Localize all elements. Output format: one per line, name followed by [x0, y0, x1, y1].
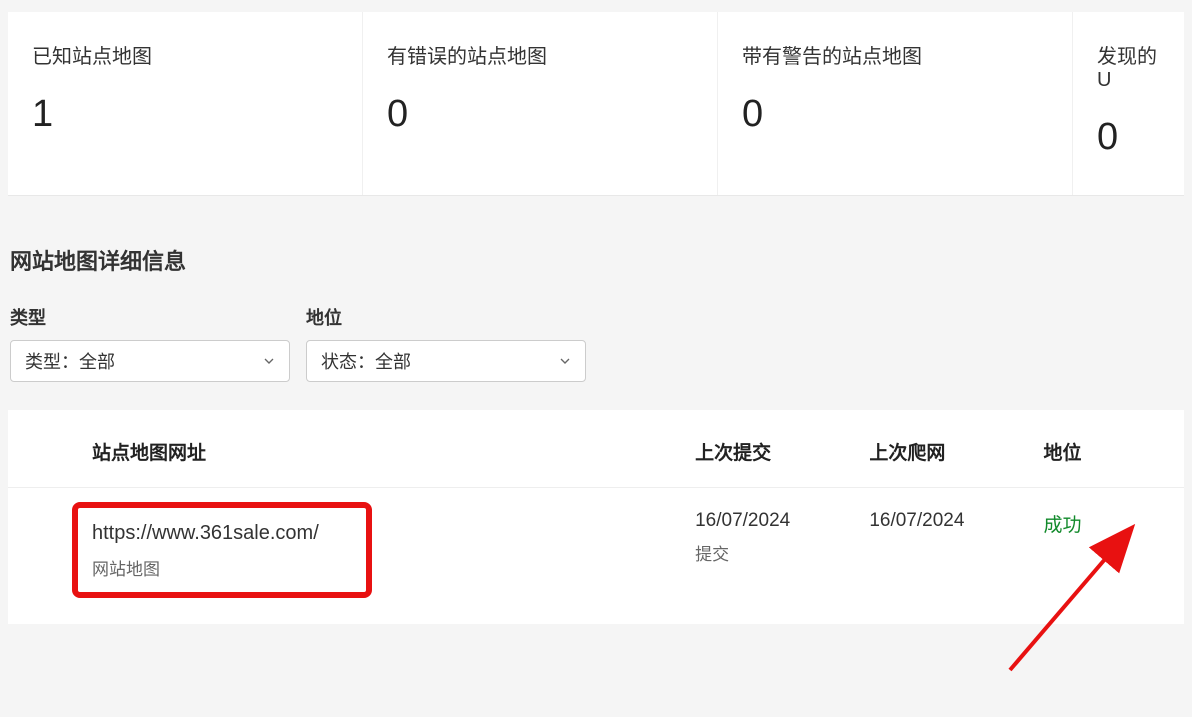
- select-value: 状态：全部: [321, 348, 411, 374]
- stat-card-warnings: 带有警告的站点地图 0: [718, 12, 1073, 195]
- stat-label: 发现的 U: [1097, 40, 1160, 92]
- sitemap-url: https://www.361sale.com/: [92, 522, 352, 545]
- status-badge: 成功: [1044, 515, 1082, 536]
- crawled-date: 16/07/2024: [869, 510, 1019, 532]
- section-title: 网站地图详细信息: [10, 244, 1192, 276]
- cell-url: https://www.361sale.com/ 网站地图: [8, 488, 683, 625]
- filters-row: 类型 类型：全部 地位 状态：全部: [10, 304, 1192, 382]
- sitemap-table: 站点地图网址 上次提交 上次爬网 地位 https://www.361sale.…: [8, 410, 1184, 624]
- stat-label: 已知站点地图: [32, 40, 338, 69]
- stats-row: 已知站点地图 1 有错误的站点地图 0 带有警告的站点地图 0 发现的 U 0: [8, 12, 1184, 196]
- cell-submitted: 16/07/2024 提交: [683, 488, 857, 625]
- type-select[interactable]: 类型：全部: [10, 340, 290, 382]
- cell-crawled: 16/07/2024: [857, 488, 1031, 625]
- submitted-date: 16/07/2024: [695, 510, 845, 532]
- th-submitted: 上次提交: [683, 410, 857, 488]
- status-select[interactable]: 状态：全部: [306, 340, 586, 382]
- stat-value: 1: [32, 93, 338, 136]
- filter-group-status: 地位 状态：全部: [306, 304, 586, 382]
- highlighted-url-box: https://www.361sale.com/ 网站地图: [72, 502, 372, 598]
- chevron-down-icon: [557, 353, 573, 369]
- chevron-down-icon: [261, 353, 277, 369]
- stat-label: 带有警告的站点地图: [742, 40, 1048, 69]
- sitemap-table-container: 站点地图网址 上次提交 上次爬网 地位 https://www.361sale.…: [8, 410, 1184, 624]
- filter-group-type: 类型 类型：全部: [10, 304, 290, 382]
- th-url: 站点地图网址: [8, 410, 683, 488]
- sitemap-url-sub: 网站地图: [92, 555, 352, 580]
- stat-card-errors: 有错误的站点地图 0: [363, 12, 718, 195]
- th-status: 地位: [1032, 410, 1184, 488]
- select-value: 类型：全部: [25, 348, 115, 374]
- cell-status: 成功: [1032, 488, 1184, 625]
- submitted-sub: 提交: [695, 540, 845, 565]
- th-crawled: 上次爬网: [857, 410, 1031, 488]
- stat-label: 有错误的站点地图: [387, 40, 693, 69]
- stat-card-known: 已知站点地图 1: [8, 12, 363, 195]
- stat-card-discovered: 发现的 U 0: [1073, 12, 1184, 195]
- stat-value: 0: [742, 93, 1048, 136]
- stat-value: 0: [387, 93, 693, 136]
- filter-label: 地位: [306, 304, 586, 330]
- stat-value: 0: [1097, 116, 1160, 159]
- filter-label: 类型: [10, 304, 290, 330]
- table-row[interactable]: https://www.361sale.com/ 网站地图 16/07/2024…: [8, 488, 1184, 625]
